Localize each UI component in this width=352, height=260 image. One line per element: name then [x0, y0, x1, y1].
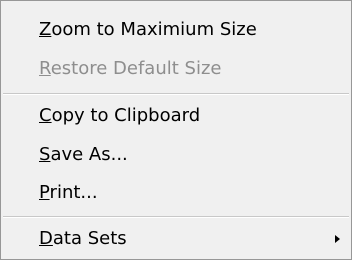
- menu-item-label: Restore Default Size: [39, 52, 221, 86]
- submenu-arrow-icon: [335, 235, 340, 243]
- label-text: oom to Maximium Size: [51, 19, 257, 40]
- label-text: ave As...: [50, 144, 128, 165]
- label-text: opy to Clipboard: [51, 105, 201, 126]
- mnemonic-letter: P: [39, 182, 50, 203]
- menu-item-label: Data Sets: [39, 222, 127, 256]
- menu-item-restore-default-size: Restore Default Size: [1, 52, 351, 86]
- menu-item-print[interactable]: Print...: [1, 176, 351, 210]
- menu-item-label: Zoom to Maximium Size: [39, 13, 257, 47]
- menu-item-label: Save As...: [39, 138, 128, 172]
- mnemonic-letter: S: [39, 144, 51, 165]
- mnemonic-letter: R: [39, 58, 51, 79]
- menu-separator: [3, 93, 349, 95]
- menu-item-label: Copy to Clipboard: [39, 99, 200, 133]
- menu-item-label: Print...: [39, 176, 98, 210]
- label-text: ata Sets: [52, 228, 127, 249]
- menu-item-copy-to-clipboard[interactable]: Copy to Clipboard: [1, 99, 351, 133]
- menu-item-zoom-to-maximum-size[interactable]: Zoom to Maximium Size: [1, 13, 351, 47]
- mnemonic-letter: D: [39, 228, 53, 249]
- label-text: estore Default Size: [50, 58, 222, 79]
- menu-item-save-as[interactable]: Save As...: [1, 138, 351, 172]
- menu-item-data-sets[interactable]: Data Sets: [1, 222, 351, 256]
- menu-separator: [3, 216, 349, 218]
- mnemonic-letter: Z: [39, 19, 52, 40]
- label-text: rint...: [49, 182, 98, 203]
- context-menu: Zoom to Maximium Size Restore Default Si…: [0, 0, 352, 260]
- mnemonic-letter: C: [39, 105, 52, 126]
